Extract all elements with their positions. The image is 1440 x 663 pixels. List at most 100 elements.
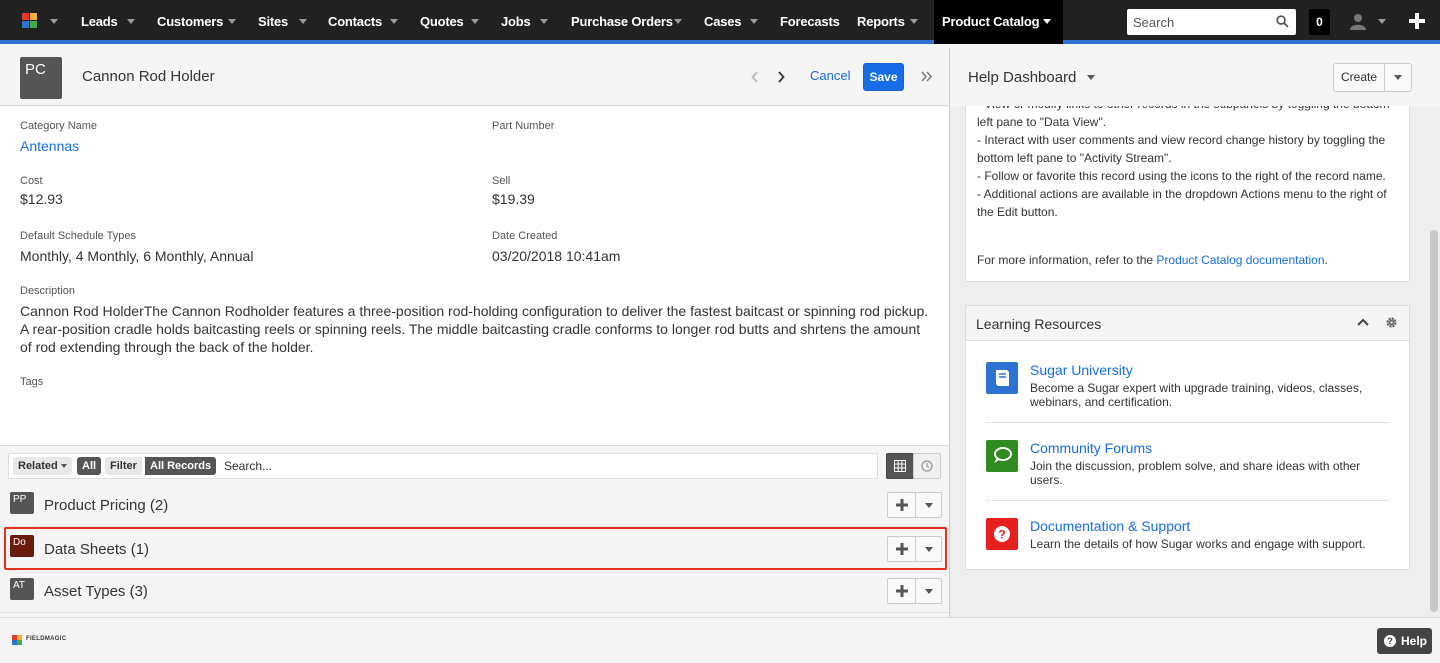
category-label: Category Name (20, 120, 98, 132)
user-menu-caret-icon[interactable] (1378, 19, 1386, 24)
schedule-types-label: Default Schedule Types (20, 230, 136, 242)
subpanel-search-input[interactable] (219, 454, 869, 478)
help-text-line: - Additional actions are available in th… (977, 187, 1387, 219)
dashboard-scroll-thumb[interactable] (1430, 230, 1438, 612)
subpanel-title[interactable]: Data Sheets (1) (44, 541, 149, 558)
help-more-info: For more information, refer to the Produ… (977, 251, 1402, 269)
related-all-pill[interactable]: All (77, 457, 102, 475)
create-dashlet-button[interactable]: Create (1333, 63, 1412, 92)
help-text-line: - Follow or favorite this record using t… (977, 169, 1386, 183)
help-question-icon: ? (1384, 635, 1396, 647)
footer-logo-text[interactable]: FIELDMAGIC (26, 636, 66, 642)
chat-icon (986, 440, 1018, 472)
nav-purchase-orders[interactable]: Purchase Orders (571, 0, 673, 44)
nav-quotes-caret-icon[interactable] (471, 19, 479, 24)
create-caret-icon[interactable] (1394, 75, 1402, 80)
resource-description: Learn the details of how Sugar works and… (1030, 537, 1366, 551)
nav-reports[interactable]: Reports (857, 0, 905, 44)
cost-value[interactable]: $12.93 (20, 191, 63, 207)
help-button[interactable]: ? Help (1377, 628, 1432, 654)
category-value-link[interactable]: Antennas (20, 138, 79, 154)
svg-text:?: ? (998, 528, 1005, 542)
cancel-button[interactable]: Cancel (810, 68, 850, 83)
subpanel-menu-caret-icon[interactable] (925, 547, 933, 552)
user-avatar-icon[interactable] (1350, 13, 1366, 30)
community-forums-link[interactable]: Community Forums (1030, 440, 1152, 456)
nav-purchase-orders-caret-icon[interactable] (674, 19, 682, 24)
add-plus-icon[interactable] (896, 499, 908, 511)
help-label: Help (1401, 634, 1428, 648)
module-icon: PC (20, 57, 62, 99)
quick-create-plus-icon[interactable] (1408, 12, 1426, 30)
record-name: Cannon Rod Holder (82, 68, 215, 85)
search-icon[interactable] (1276, 15, 1289, 28)
more-info-suffix: . (1324, 253, 1328, 267)
top-navbar: Leads Customers Sites Contacts Quotes Jo… (0, 0, 1440, 44)
app-logo-icon[interactable] (22, 13, 38, 29)
sugar-university-link[interactable]: Sugar University (1030, 362, 1133, 378)
nav-sites-caret-icon[interactable] (299, 19, 307, 24)
dashboard-header: Help Dashboard Create (950, 48, 1440, 106)
schedule-types-value[interactable]: Monthly, 4 Monthly, 6 Monthly, Annual (20, 248, 253, 264)
nav-jobs-caret-icon[interactable] (540, 19, 548, 24)
dashboard-scrollbar[interactable] (1428, 106, 1440, 617)
toggle-sidebar-icon[interactable] (921, 71, 932, 82)
record-header: PC Cannon Rod Holder Cancel Save (0, 48, 949, 106)
resource-description: Become a Sugar expert with upgrade train… (1030, 381, 1363, 409)
related-dropdown[interactable]: Related (13, 457, 72, 475)
record-view: Category Name Antennas Part Number Cost … (0, 107, 949, 445)
nav-contacts[interactable]: Contacts (328, 0, 382, 44)
notification-count-badge[interactable]: 0 (1309, 9, 1330, 35)
create-label[interactable]: Create (1334, 64, 1384, 91)
subpanel-title[interactable]: Product Pricing (2) (44, 497, 168, 514)
nav-product-catalog-caret-icon[interactable] (1043, 19, 1051, 24)
description-value[interactable]: Cannon Rod HolderThe Cannon Rodholder fe… (20, 302, 935, 356)
next-record-icon[interactable] (777, 71, 785, 83)
app-menu-caret-icon[interactable] (50, 19, 58, 24)
dashboard-title[interactable]: Help Dashboard (968, 69, 1076, 86)
subpanel-title[interactable]: Asset Types (3) (44, 583, 148, 600)
documentation-support-link[interactable]: Documentation & Support (1030, 518, 1190, 534)
nav-leads[interactable]: Leads (81, 0, 118, 44)
nav-quotes[interactable]: Quotes (420, 0, 464, 44)
question-icon: ? (986, 518, 1018, 550)
nav-contacts-caret-icon[interactable] (390, 19, 398, 24)
global-search[interactable] (1127, 9, 1296, 35)
activity-stream-toggle[interactable] (913, 453, 941, 479)
nav-reports-caret-icon[interactable] (910, 19, 918, 24)
subpanel-asset-types[interactable]: AT Asset Types (3) (4, 572, 947, 612)
add-plus-icon[interactable] (896, 585, 908, 597)
learning-resources-dashlet: Learning Resources Sugar University Beco… (965, 305, 1410, 570)
nav-leads-caret-icon[interactable] (127, 19, 135, 24)
more-info-text: For more information, refer to the (977, 253, 1157, 267)
gear-icon[interactable] (1385, 316, 1398, 329)
nav-forecasts[interactable]: Forecasts (780, 0, 840, 44)
product-catalog-docs-link[interactable]: Product Catalog documentation (1156, 253, 1324, 267)
nav-cases[interactable]: Cases (704, 0, 742, 44)
nav-product-catalog[interactable]: Product Catalog (942, 0, 1040, 44)
subpanel-data-sheets[interactable]: Do Data Sheets (1) (4, 527, 947, 570)
add-plus-icon[interactable] (896, 543, 908, 555)
nav-customers[interactable]: Customers (157, 0, 223, 44)
fieldmagic-logo-icon[interactable] (12, 635, 22, 649)
help-text-line: - Interact with user comments and view r… (977, 133, 1386, 165)
data-view-toggle[interactable] (886, 453, 914, 479)
nav-cases-caret-icon[interactable] (750, 19, 758, 24)
previous-record-icon[interactable] (751, 71, 759, 83)
subpanel-menu-caret-icon[interactable] (925, 589, 933, 594)
collapse-chevron-up-icon[interactable] (1357, 318, 1369, 326)
filter-label[interactable]: Filter (105, 457, 142, 475)
subpanel-product-pricing[interactable]: PP Product Pricing (2) (4, 486, 947, 526)
nav-jobs[interactable]: Jobs (501, 0, 531, 44)
dashboard-body: - View or modify links to other records … (950, 106, 1440, 617)
dashboard-menu-caret-icon[interactable] (1087, 75, 1095, 80)
all-records-pill[interactable]: All Records (145, 457, 217, 475)
nav-sites[interactable]: Sites (258, 0, 288, 44)
sell-value[interactable]: $19.39 (492, 191, 535, 207)
save-button[interactable]: Save (863, 63, 904, 91)
subpanel-menu-caret-icon[interactable] (925, 503, 933, 508)
subpanels-area: Related All Filter All Records PP Produc… (0, 445, 949, 615)
global-search-input[interactable] (1127, 9, 1272, 35)
nav-customers-caret-icon[interactable] (228, 19, 236, 24)
date-created-value: 03/20/2018 10:41am (492, 248, 621, 264)
